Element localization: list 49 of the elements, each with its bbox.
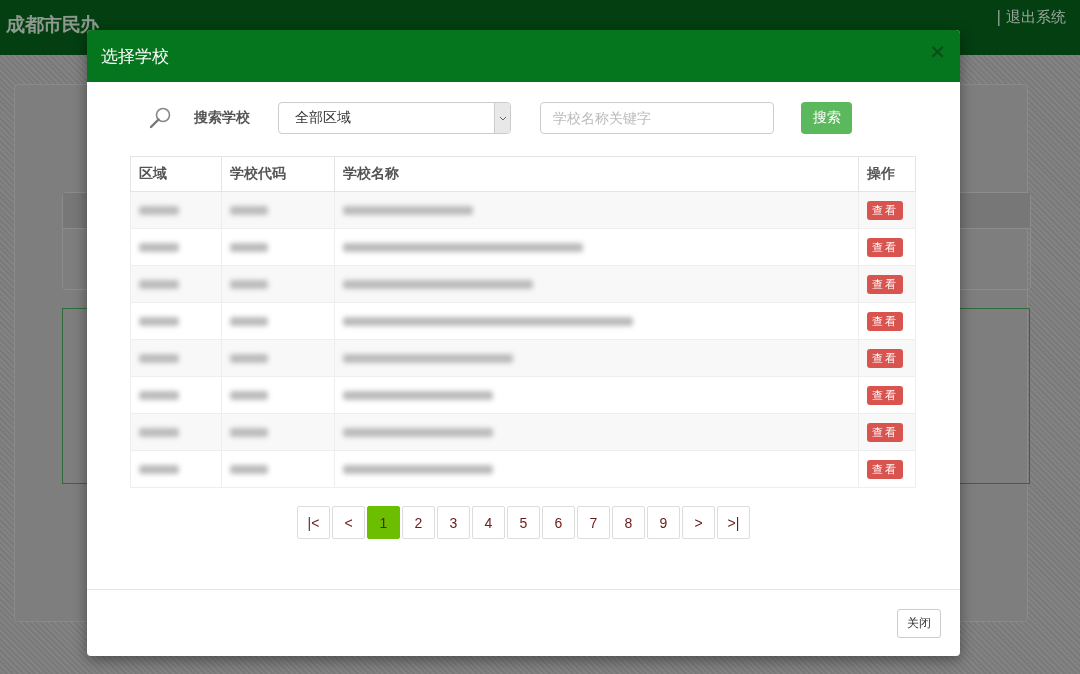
blurred-text — [139, 390, 179, 400]
blurred-text — [139, 353, 179, 363]
logout-link[interactable]: | 退出系统 — [996, 8, 1066, 27]
blurred-text — [139, 464, 179, 474]
view-button[interactable]: 查看 — [867, 237, 904, 257]
page-button[interactable]: 4 — [472, 506, 505, 539]
blurred-text — [229, 353, 268, 363]
keyword-field[interactable]: 学校名称关键字 — [540, 102, 774, 134]
blurred-text — [229, 279, 268, 289]
blurred-text — [229, 427, 268, 437]
page-button[interactable]: 5 — [507, 506, 540, 539]
close-button[interactable]: 关闭 — [897, 608, 941, 638]
region-select[interactable]: 全部区域 — [278, 102, 511, 134]
page-button[interactable]: > — [682, 506, 715, 539]
page-button[interactable]: 1 — [367, 506, 400, 539]
blurred-text — [139, 279, 179, 289]
page-button[interactable]: 6 — [542, 506, 575, 539]
column-header: 操作 — [858, 156, 916, 192]
view-button[interactable]: 查看 — [867, 200, 904, 220]
search-icon — [148, 106, 172, 130]
column-header: 学校代码 — [221, 156, 335, 192]
view-button[interactable]: 查看 — [867, 459, 904, 479]
view-button[interactable]: 查看 — [867, 385, 904, 405]
blurred-text — [139, 205, 179, 215]
view-button[interactable]: 查看 — [867, 274, 904, 294]
page-button[interactable]: < — [332, 506, 365, 539]
blurred-text — [139, 316, 179, 326]
page-button[interactable]: 7 — [577, 506, 610, 539]
blurred-text — [229, 316, 268, 326]
blurred-text — [229, 205, 268, 215]
view-button[interactable]: 查看 — [867, 311, 904, 331]
page-button[interactable]: >| — [717, 506, 750, 539]
blurred-text — [229, 242, 268, 252]
page-button[interactable]: |< — [297, 506, 330, 539]
blurred-text — [229, 390, 268, 400]
blurred-text — [139, 427, 179, 437]
modal-title: 选择学校 — [101, 44, 169, 68]
page-button[interactable]: 9 — [647, 506, 680, 539]
view-button[interactable]: 查看 — [867, 348, 904, 368]
column-header: 区域 — [130, 156, 222, 192]
page-button[interactable]: 2 — [402, 506, 435, 539]
caret-icon — [498, 115, 507, 121]
blurred-text — [139, 242, 179, 252]
view-button[interactable]: 查看 — [867, 422, 904, 442]
page-button[interactable]: 8 — [612, 506, 645, 539]
search-label: 搜索学校 — [194, 109, 250, 127]
blurred-text — [229, 464, 268, 474]
page-button[interactable]: 3 — [437, 506, 470, 539]
column-header: 学校名称 — [334, 156, 859, 192]
